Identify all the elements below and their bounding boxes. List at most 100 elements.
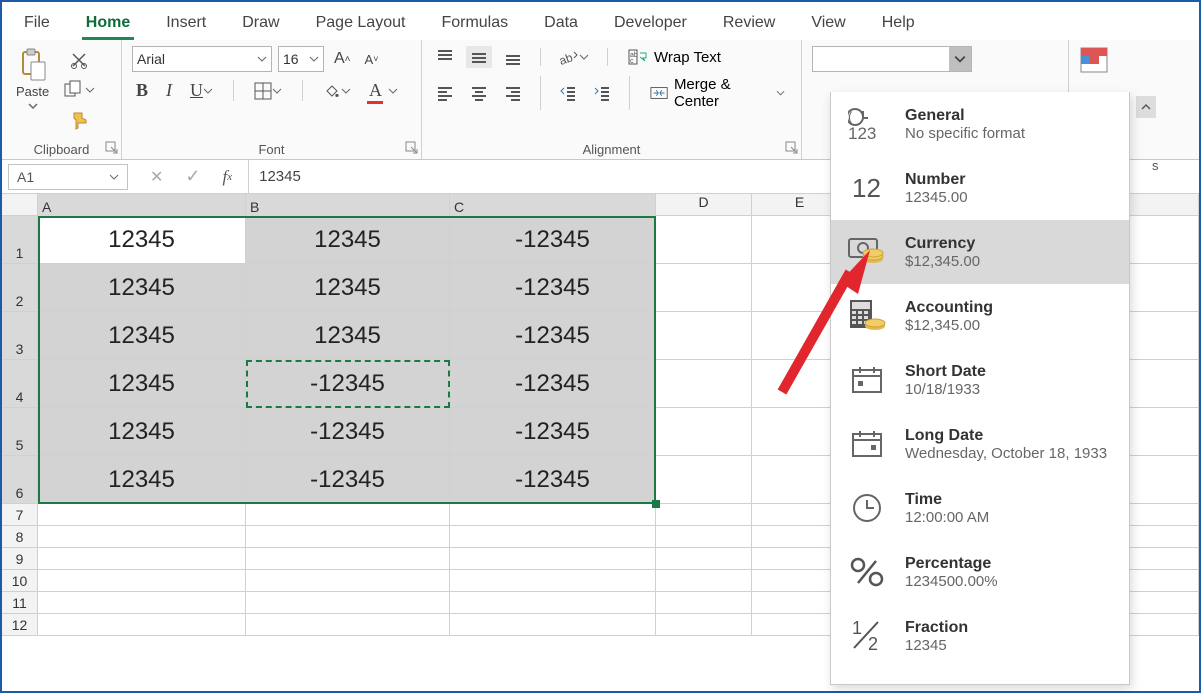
alignment-dialog-launcher-icon[interactable]: [785, 141, 799, 155]
row-header-3[interactable]: 3: [2, 312, 38, 360]
align-middle-button[interactable]: [466, 46, 492, 68]
align-bottom-button[interactable]: [500, 46, 526, 68]
number-format-option-long-date[interactable]: Long DateWednesday, October 18, 1933: [831, 412, 1129, 476]
cell-A1[interactable]: 12345: [38, 216, 246, 264]
cell-A8[interactable]: [38, 526, 246, 548]
cell-D6[interactable]: [656, 456, 752, 504]
cell-C1[interactable]: -12345: [450, 216, 656, 264]
number-format-option-short-date[interactable]: Short Date10/18/1933: [831, 348, 1129, 412]
cell-C4[interactable]: -12345: [450, 360, 656, 408]
tab-review[interactable]: Review: [705, 8, 793, 40]
cell-B7[interactable]: [246, 504, 450, 526]
number-format-option-general[interactable]: (123GeneralNo specific format: [831, 92, 1129, 156]
cell-B9[interactable]: [246, 548, 450, 570]
cell-A10[interactable]: [38, 570, 246, 592]
tab-home[interactable]: Home: [68, 8, 148, 40]
cell-D2[interactable]: [656, 264, 752, 312]
cell-D8[interactable]: [656, 526, 752, 548]
row-header-9[interactable]: 9: [2, 548, 38, 570]
cell-A7[interactable]: [38, 504, 246, 526]
tab-help[interactable]: Help: [864, 8, 933, 40]
cell-C3[interactable]: -12345: [450, 312, 656, 360]
orientation-button[interactable]: ab: [555, 46, 593, 68]
number-format-option-number[interactable]: 12Number12345.00: [831, 156, 1129, 220]
cell-D12[interactable]: [656, 614, 752, 636]
cell-C5[interactable]: -12345: [450, 408, 656, 456]
paste-button[interactable]: Paste: [12, 46, 53, 132]
cell-B3[interactable]: 12345: [246, 312, 450, 360]
align-right-button[interactable]: [500, 82, 526, 104]
cell-A12[interactable]: [38, 614, 246, 636]
row-header-10[interactable]: 10: [2, 570, 38, 592]
font-color-button[interactable]: A: [365, 78, 402, 103]
row-header-5[interactable]: 5: [2, 408, 38, 456]
format-painter-button[interactable]: [59, 108, 99, 132]
conditional-formatting-button[interactable]: [1079, 46, 1109, 74]
decrease-indent-button[interactable]: [555, 82, 581, 104]
cell-B2[interactable]: 12345: [246, 264, 450, 312]
font-dialog-launcher-icon[interactable]: [405, 141, 419, 155]
underline-button[interactable]: U: [186, 78, 217, 103]
number-format-option-percentage[interactable]: Percentage1234500.00%: [831, 540, 1129, 604]
formula-cancel-button[interactable]: ✕: [146, 165, 167, 189]
cell-C8[interactable]: [450, 526, 656, 548]
cell-C10[interactable]: [450, 570, 656, 592]
cell-D3[interactable]: [656, 312, 752, 360]
cell-B1[interactable]: 12345: [246, 216, 450, 264]
decrease-font-button[interactable]: A˅: [361, 50, 383, 69]
cell-A6[interactable]: 12345: [38, 456, 246, 504]
clipboard-dialog-launcher-icon[interactable]: [105, 141, 119, 155]
tab-insert[interactable]: Insert: [148, 8, 224, 40]
cell-C7[interactable]: [450, 504, 656, 526]
tab-formulas[interactable]: Formulas: [423, 8, 526, 40]
number-format-option-time[interactable]: Time12:00:00 AM: [831, 476, 1129, 540]
number-format-caret[interactable]: [949, 47, 971, 71]
borders-button[interactable]: [250, 80, 286, 102]
row-header-11[interactable]: 11: [2, 592, 38, 614]
row-header-8[interactable]: 8: [2, 526, 38, 548]
align-left-button[interactable]: [432, 82, 458, 104]
cell-A11[interactable]: [38, 592, 246, 614]
cell-B8[interactable]: [246, 526, 450, 548]
cell-D7[interactable]: [656, 504, 752, 526]
number-format-select[interactable]: [812, 46, 972, 72]
cell-C2[interactable]: -12345: [450, 264, 656, 312]
cell-A9[interactable]: [38, 548, 246, 570]
align-top-button[interactable]: [432, 46, 458, 68]
row-header-6[interactable]: 6: [2, 456, 38, 504]
wrap-text-button[interactable]: abc Wrap Text: [622, 46, 727, 68]
cell-D1[interactable]: [656, 216, 752, 264]
row-header-1[interactable]: 1: [2, 216, 38, 264]
tab-file[interactable]: File: [6, 8, 68, 40]
cell-B11[interactable]: [246, 592, 450, 614]
cell-B12[interactable]: [246, 614, 450, 636]
tab-view[interactable]: View: [793, 8, 863, 40]
tab-page-layout[interactable]: Page Layout: [298, 8, 424, 40]
align-center-button[interactable]: [466, 82, 492, 104]
formula-enter-button[interactable]: ✓: [181, 164, 204, 189]
cell-C12[interactable]: [450, 614, 656, 636]
select-all-corner[interactable]: [2, 194, 38, 216]
cell-C6[interactable]: -12345: [450, 456, 656, 504]
cell-D10[interactable]: [656, 570, 752, 592]
bold-button[interactable]: B: [132, 78, 152, 103]
row-header-7[interactable]: 7: [2, 504, 38, 526]
cell-D5[interactable]: [656, 408, 752, 456]
tab-developer[interactable]: Developer: [596, 8, 705, 40]
row-header-2[interactable]: 2: [2, 264, 38, 312]
cell-C9[interactable]: [450, 548, 656, 570]
font-size-select[interactable]: 16: [278, 46, 324, 72]
number-format-option-currency[interactable]: Currency$12,345.00: [831, 220, 1129, 284]
italic-button[interactable]: I: [162, 78, 176, 103]
copy-button[interactable]: [59, 78, 99, 102]
number-format-option-accounting[interactable]: Accounting $12,345.00: [831, 284, 1129, 348]
cell-D11[interactable]: [656, 592, 752, 614]
font-name-select[interactable]: Arial: [132, 46, 272, 72]
dropdown-scroll-up[interactable]: [1136, 96, 1156, 118]
cell-B4[interactable]: -12345: [246, 360, 450, 408]
number-format-option-fraction[interactable]: 12Fraction12345: [831, 604, 1129, 668]
cell-D4[interactable]: [656, 360, 752, 408]
cell-B5[interactable]: -12345: [246, 408, 450, 456]
merge-center-button[interactable]: Merge & Center: [644, 74, 791, 112]
increase-indent-button[interactable]: [589, 82, 615, 104]
